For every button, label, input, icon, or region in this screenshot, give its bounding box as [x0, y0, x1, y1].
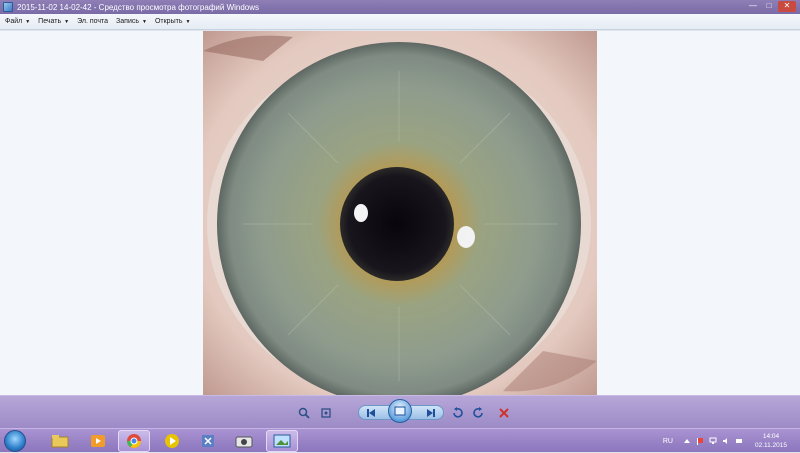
chevron-up-icon[interactable]: [683, 437, 691, 445]
photo-viewer-icon[interactable]: [266, 430, 298, 452]
delete-icon[interactable]: [496, 406, 512, 420]
menu-burn-label: Запись: [116, 18, 140, 25]
menu-burn[interactable]: Запись ▼: [116, 18, 147, 25]
chevron-down-icon: ▼: [142, 18, 147, 25]
zoom-controls: [296, 403, 334, 422]
power-icon[interactable]: [735, 437, 743, 445]
language-indicator[interactable]: RU: [663, 438, 673, 445]
menu-file-label: Файл: [5, 18, 23, 25]
menu-email[interactable]: Эл. почта: [77, 18, 108, 25]
menu-bar: Файл ▼ Печать ▼ Эл. почта Запись ▼ Открыть ▼: [0, 14, 800, 30]
window-controls: — □ ✕: [746, 1, 796, 12]
chevron-down-icon: ▼: [64, 18, 70, 25]
clock-date: 02.11.2015: [754, 442, 788, 449]
kmplayer-icon[interactable]: [156, 430, 188, 452]
eye-photo: [203, 31, 597, 395]
window-title: 2015-11-02 14-02-42 - Средство просмотра…: [17, 2, 260, 12]
start-button[interactable]: [4, 430, 26, 452]
actual-size-icon[interactable]: [318, 406, 334, 420]
menu-print[interactable]: Печать ▼: [38, 18, 69, 25]
clock-time: 14:04: [762, 433, 780, 440]
menu-print-label: Печать: [38, 18, 62, 25]
maximize-button[interactable]: □: [762, 1, 776, 12]
visual-studio-icon[interactable]: [192, 430, 224, 452]
minimize-button[interactable]: —: [746, 1, 760, 12]
flag-icon[interactable]: [696, 437, 704, 445]
taskbar: RU 14:04 02.11.2015: [0, 428, 800, 452]
menu-open-label: Открыть: [154, 18, 183, 25]
previous-icon[interactable]: [364, 406, 380, 420]
close-button[interactable]: ✕: [778, 1, 796, 12]
rotate-controls: [449, 403, 487, 422]
chrome-icon[interactable]: [118, 430, 150, 452]
rotate-left-icon[interactable]: [449, 406, 465, 420]
chevron-down-icon: ▼: [25, 18, 31, 25]
zoom-icon[interactable]: [296, 406, 312, 420]
explorer-icon[interactable]: [44, 430, 76, 452]
system-tray: RU 14:04 02.11.2015: [663, 429, 800, 453]
slideshow-icon[interactable]: [388, 399, 412, 423]
system-clock[interactable]: 14:04 02.11.2015: [748, 432, 794, 450]
viewer-control-bar: [0, 395, 800, 428]
menu-file[interactable]: Файл ▼: [5, 18, 30, 25]
menu-email-label: Эл. почта: [77, 18, 109, 25]
eye-image: [203, 31, 597, 395]
media-player-icon[interactable]: [82, 430, 114, 452]
next-icon[interactable]: [422, 406, 438, 420]
chevron-down-icon: ▼: [185, 18, 191, 25]
volume-icon[interactable]: [722, 437, 730, 445]
network-icon[interactable]: [709, 437, 717, 445]
photo-viewer-app-icon: [3, 2, 13, 12]
image-viewer-area: [0, 31, 800, 395]
camera-icon[interactable]: [228, 430, 260, 452]
rotate-right-icon[interactable]: [471, 406, 487, 420]
menu-open[interactable]: Открыть ▼: [155, 18, 190, 25]
window-title-bar: 2015-11-02 14-02-42 - Средство просмотра…: [0, 0, 800, 14]
